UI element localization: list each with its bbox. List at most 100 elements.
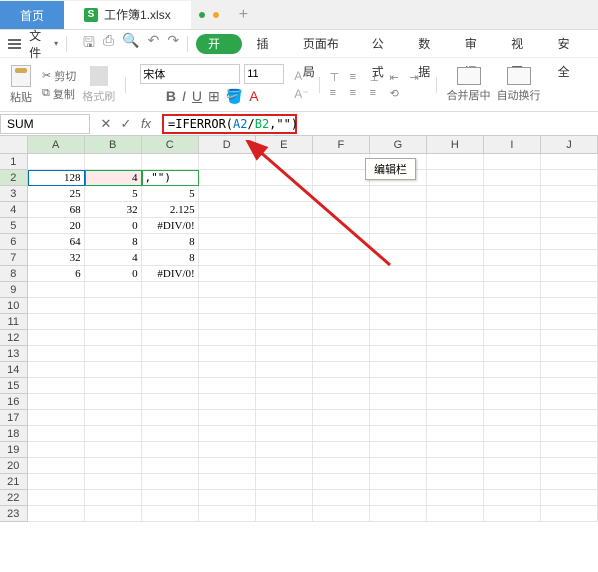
cell-i18[interactable] (484, 426, 541, 442)
cell-g11[interactable] (370, 314, 427, 330)
cell-f17[interactable] (313, 410, 370, 426)
cell-e6[interactable] (256, 234, 313, 250)
cell-b16[interactable] (85, 394, 142, 410)
cell-g8[interactable] (370, 266, 427, 282)
cell-h16[interactable] (427, 394, 484, 410)
cell-h12[interactable] (427, 330, 484, 346)
row-header[interactable]: 7 (0, 250, 28, 266)
cell-h18[interactable] (427, 426, 484, 442)
cell-b21[interactable] (85, 474, 142, 490)
cell-f19[interactable] (313, 442, 370, 458)
cell-a7[interactable]: 32 (28, 250, 85, 266)
cell-e17[interactable] (256, 410, 313, 426)
cell-h13[interactable] (427, 346, 484, 362)
col-header-g[interactable]: G (370, 136, 427, 154)
print-icon[interactable]: ⎙ (103, 32, 114, 56)
row-header[interactable]: 23 (0, 506, 28, 522)
cell-d15[interactable] (199, 378, 256, 394)
increase-font-button[interactable]: A⁺ (294, 69, 308, 83)
cell-j1[interactable] (541, 154, 598, 170)
undo-icon[interactable]: ↶ (148, 32, 160, 56)
row-header[interactable]: 9 (0, 282, 28, 298)
cell-i14[interactable] (484, 362, 541, 378)
cell-j10[interactable] (541, 298, 598, 314)
cell-e1[interactable] (256, 154, 313, 170)
cell-f22[interactable] (313, 490, 370, 506)
cell-d9[interactable] (199, 282, 256, 298)
cell-b15[interactable] (85, 378, 142, 394)
cell-a15[interactable] (28, 378, 85, 394)
confirm-formula-button[interactable]: ✓ (118, 116, 134, 132)
cell-d13[interactable] (199, 346, 256, 362)
cell-a12[interactable] (28, 330, 85, 346)
col-header-h[interactable]: H (427, 136, 484, 154)
row-header[interactable]: 21 (0, 474, 28, 490)
format-painter-button[interactable]: 格式刷 (82, 66, 115, 104)
cell-a6[interactable]: 64 (28, 234, 85, 250)
row-header[interactable]: 15 (0, 378, 28, 394)
cell-f6[interactable] (313, 234, 370, 250)
cell-i4[interactable] (484, 202, 541, 218)
cell-j16[interactable] (541, 394, 598, 410)
cell-i20[interactable] (484, 458, 541, 474)
cell-c15[interactable] (142, 378, 199, 394)
cell-h21[interactable] (427, 474, 484, 490)
row-header[interactable]: 18 (0, 426, 28, 442)
cell-c22[interactable] (142, 490, 199, 506)
cell-b3[interactable]: 5 (85, 186, 142, 202)
cell-i3[interactable] (484, 186, 541, 202)
paste-button[interactable]: 粘贴 (10, 65, 32, 105)
cell-c4[interactable]: 2.125 (142, 202, 199, 218)
row-header[interactable]: 19 (0, 442, 28, 458)
cell-g6[interactable] (370, 234, 427, 250)
cell-c20[interactable] (142, 458, 199, 474)
cell-b12[interactable] (85, 330, 142, 346)
cell-a21[interactable] (28, 474, 85, 490)
align-top-button[interactable]: ⊤ (330, 71, 346, 83)
cell-h11[interactable] (427, 314, 484, 330)
cell-a4[interactable]: 68 (28, 202, 85, 218)
cell-g13[interactable] (370, 346, 427, 362)
cell-b11[interactable] (85, 314, 142, 330)
cell-c6[interactable]: 8 (142, 234, 199, 250)
cell-i12[interactable] (484, 330, 541, 346)
cell-e10[interactable] (256, 298, 313, 314)
cell-b9[interactable] (85, 282, 142, 298)
cell-i2[interactable] (484, 170, 541, 186)
italic-button[interactable]: I (182, 88, 186, 105)
row-header[interactable]: 20 (0, 458, 28, 474)
cell-j7[interactable] (541, 250, 598, 266)
cell-a22[interactable] (28, 490, 85, 506)
cell-f11[interactable] (313, 314, 370, 330)
decrease-font-button[interactable]: A⁻ (294, 87, 308, 101)
cell-f23[interactable] (313, 506, 370, 522)
cell-h7[interactable] (427, 250, 484, 266)
cell-b18[interactable] (85, 426, 142, 442)
fill-color-button[interactable]: 🪣 (226, 88, 243, 105)
cell-j20[interactable] (541, 458, 598, 474)
cell-f15[interactable] (313, 378, 370, 394)
cell-c19[interactable] (142, 442, 199, 458)
menu-security[interactable]: 安全 (548, 30, 590, 58)
cell-d17[interactable] (199, 410, 256, 426)
cell-b10[interactable] (85, 298, 142, 314)
merge-center-button[interactable]: 合并居中 (447, 67, 491, 103)
cell-f14[interactable] (313, 362, 370, 378)
cell-a2[interactable]: 128 (28, 170, 85, 186)
cell-i13[interactable] (484, 346, 541, 362)
cell-a17[interactable] (28, 410, 85, 426)
cell-e7[interactable] (256, 250, 313, 266)
row-header[interactable]: 4 (0, 202, 28, 218)
cell-b5[interactable]: 0 (85, 218, 142, 234)
cell-b8[interactable]: 0 (85, 266, 142, 282)
font-color-button[interactable]: A (249, 88, 258, 105)
cell-h1[interactable] (427, 154, 484, 170)
cell-h20[interactable] (427, 458, 484, 474)
cell-j4[interactable] (541, 202, 598, 218)
formula-input[interactable]: =IFERROR(A2/B2,"") (162, 114, 592, 134)
font-size-select[interactable] (244, 64, 284, 84)
cell-i9[interactable] (484, 282, 541, 298)
cell-f1[interactable] (313, 154, 370, 170)
cell-i22[interactable] (484, 490, 541, 506)
cell-d16[interactable] (199, 394, 256, 410)
